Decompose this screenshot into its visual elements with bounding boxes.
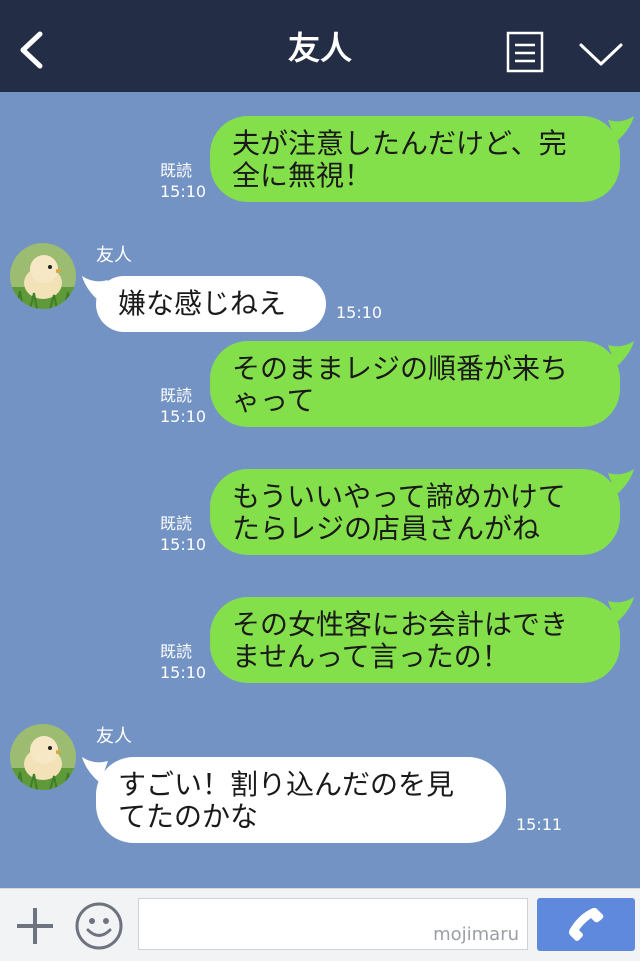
plus-icon[interactable]	[14, 905, 56, 947]
read-receipt: 既読 15:10	[160, 385, 206, 427]
message-time: 15:10	[336, 303, 383, 322]
message-bubble-received[interactable]: すごい！割り込んだのを見 てたのかな	[82, 757, 506, 843]
notes-icon[interactable]	[506, 31, 544, 73]
chevron-down-icon[interactable]	[578, 40, 624, 68]
message-time: 15:10	[160, 663, 207, 682]
phone-icon	[569, 908, 604, 941]
message-text-line: その女性客にお会計はでき	[232, 608, 569, 641]
message-text-line: 嫌な感じねえ	[118, 287, 287, 320]
message-text-line: 全に無視！	[232, 159, 373, 192]
chick-avatar-image	[10, 724, 76, 790]
call-button[interactable]	[537, 898, 635, 951]
bubble-tail	[608, 469, 634, 495]
read-label: 既読	[160, 642, 193, 661]
watermark-text: mojimaru	[433, 924, 519, 945]
bubble-tail	[82, 276, 108, 302]
avatar[interactable]	[10, 724, 76, 790]
message-text-line: そのままレジの順番が来ち	[232, 352, 569, 385]
message-time: 15:10	[160, 407, 207, 426]
sender-name: 友人	[96, 245, 132, 266]
message-text-line: もういいやって諦めかけて	[232, 480, 566, 513]
bubble-tail	[608, 116, 634, 142]
read-receipt: 既読 15:10	[160, 513, 206, 555]
read-label: 既読	[160, 386, 193, 405]
chat-title: 友人	[287, 29, 352, 67]
read-label: 既読	[160, 514, 193, 533]
message-bubble-received[interactable]: 嫌な感じねえ	[82, 276, 326, 332]
message-time: 15:11	[516, 815, 563, 834]
message-bubble-sent[interactable]: もういいやって諦めかけて たらレジの店員さんがね	[210, 469, 634, 555]
bubble-tail	[608, 597, 634, 623]
message-time: 15:10	[160, 182, 207, 201]
smile-icon[interactable]	[74, 901, 124, 951]
bubble-tail	[608, 341, 634, 367]
avatar[interactable]	[10, 243, 76, 309]
read-receipt: 既読 15:10	[160, 160, 206, 202]
chick-avatar-image	[10, 243, 76, 309]
sender-name: 友人	[96, 726, 132, 747]
message-bubble-sent[interactable]: 夫が注意したんだけど、完 全に無視！	[210, 116, 634, 202]
read-label: 既読	[160, 161, 193, 180]
message-text-line: すごい！割り込んだのを見	[118, 768, 455, 801]
message-list[interactable]: 既読 15:10 夫が注意したんだけど、完 全に無視！ 友人 嫌な感じねえ 15…	[0, 92, 640, 888]
message-text-line: たらレジの店員さんがね	[232, 512, 541, 545]
message-bubble-sent[interactable]: そのままレジの順番が来ち ゃって	[210, 341, 634, 427]
read-receipt: 既読 15:10	[160, 641, 206, 683]
message-time: 15:10	[160, 535, 207, 554]
message-bubble-sent[interactable]: その女性客にお会計はでき ませんって言ったの！	[210, 597, 634, 683]
bubble-tail	[82, 757, 108, 783]
message-text-line: ませんって言ったの！	[232, 640, 510, 673]
message-text-line: 夫が注意したんだけど、完	[232, 127, 567, 160]
message-input[interactable]: mojimaru	[138, 898, 528, 950]
message-text-line: ゃって	[232, 384, 315, 417]
chat-header: 友人	[0, 0, 640, 92]
input-bar: mojimaru	[0, 888, 640, 961]
message-text-line: てたのかな	[118, 800, 259, 833]
